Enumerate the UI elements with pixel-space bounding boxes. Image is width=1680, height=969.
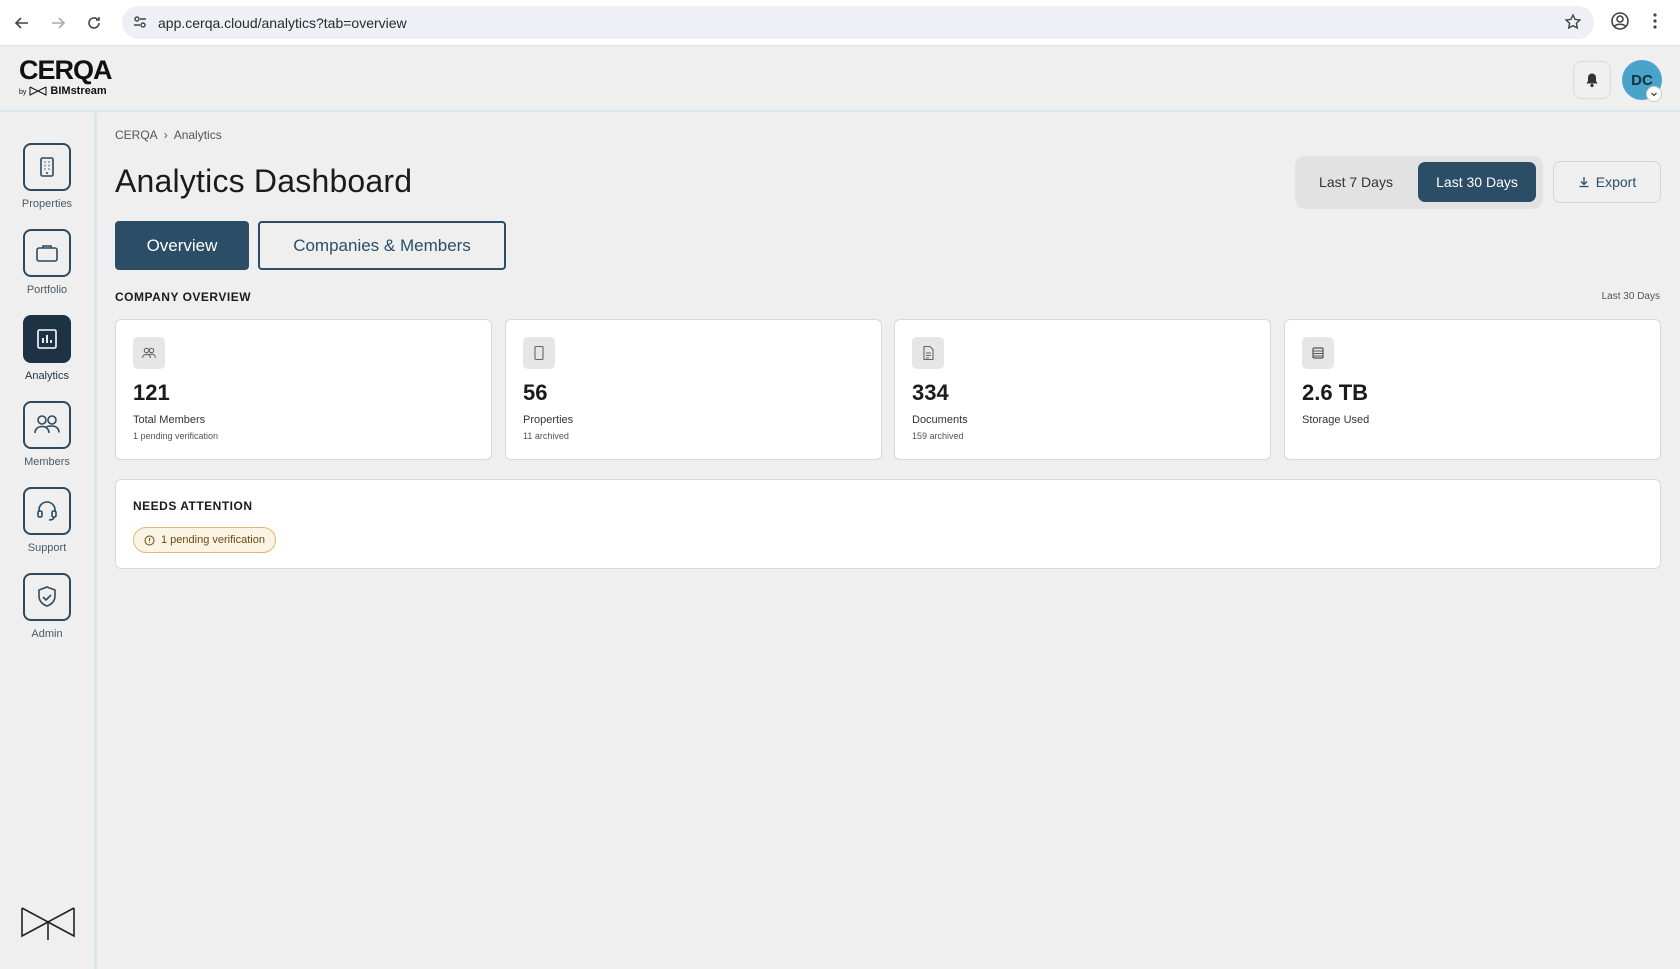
stat-label: Properties xyxy=(523,414,574,426)
sidebar-item-label: Members xyxy=(24,456,70,468)
sidebar: Properties Portfolio Analytics Members S… xyxy=(0,113,97,969)
stat-label: Documents xyxy=(912,414,968,426)
logo-wordmark: CERQA xyxy=(19,55,113,85)
cerqa-logo[interactable]: CERQA by BIMstream xyxy=(19,55,113,97)
tab-companies-members[interactable]: Companies & Members xyxy=(258,221,506,270)
date-range-toggle: Last 7 Days Last 30 Days xyxy=(1295,156,1543,209)
range-last-7-days-button[interactable]: Last 7 Days xyxy=(1301,162,1411,202)
stat-card-properties: 56 Properties 11 archived xyxy=(505,319,882,460)
stat-subtext: 1 pending verification xyxy=(133,431,219,441)
site-info-icon[interactable] xyxy=(132,14,148,35)
headset-icon xyxy=(23,487,71,535)
sidebar-item-admin[interactable]: Admin xyxy=(0,573,94,640)
sidebar-item-label: Admin xyxy=(31,628,63,640)
company-overview-heading: COMPANY OVERVIEW xyxy=(115,290,252,304)
stat-value: 334 xyxy=(912,380,949,405)
stat-subtext: 11 archived xyxy=(523,431,569,441)
back-icon[interactable] xyxy=(10,11,34,35)
building-icon xyxy=(23,143,71,191)
browser-profile-icon[interactable] xyxy=(1610,11,1630,36)
users-icon xyxy=(133,337,165,369)
bookmark-star-icon[interactable] xyxy=(1564,13,1582,36)
download-icon xyxy=(1579,177,1589,188)
bimstream-logo-icon xyxy=(20,902,76,947)
notifications-button[interactable] xyxy=(1573,61,1611,99)
pending-verification-text: 1 pending verification xyxy=(161,534,265,546)
sidebar-item-label: Properties xyxy=(21,198,73,210)
stat-value: 56 xyxy=(523,380,548,405)
stat-card-documents: 334 Documents 159 archived xyxy=(894,319,1271,460)
needs-attention-panel: NEEDS ATTENTION 1 pending verification xyxy=(115,479,1661,569)
sidebar-item-members[interactable]: Members xyxy=(0,401,94,468)
tab-overview[interactable]: Overview xyxy=(115,221,249,270)
forward-icon[interactable] xyxy=(46,11,70,35)
sidebar-item-label: Support xyxy=(27,542,67,554)
breadcrumb-root[interactable]: CERQA xyxy=(115,128,158,142)
browser-toolbar: app.cerqa.cloud/analytics?tab=overview xyxy=(0,0,1680,46)
sidebar-item-label: Analytics xyxy=(24,370,70,382)
database-icon xyxy=(1302,337,1334,369)
building-icon xyxy=(523,337,555,369)
briefcase-icon xyxy=(23,229,71,277)
document-icon xyxy=(912,337,944,369)
export-label: Export xyxy=(1595,174,1637,190)
logo-subtitle: by BIMstream xyxy=(19,85,112,97)
range-last-30-days-button[interactable]: Last 30 Days xyxy=(1418,162,1536,202)
pending-verification-badge[interactable]: 1 pending verification xyxy=(133,527,276,553)
logo-brand: BIMstream xyxy=(50,85,107,97)
app-header: CERQA by BIMstream DC xyxy=(0,46,1680,112)
sidebar-item-analytics[interactable]: Analytics xyxy=(0,315,94,382)
shield-check-icon xyxy=(23,573,71,621)
breadcrumb: CERQA › Analytics xyxy=(115,128,222,142)
sidebar-item-support[interactable]: Support xyxy=(0,487,94,554)
bell-icon xyxy=(1586,73,1598,88)
stat-label: Storage Used xyxy=(1302,414,1370,426)
chevron-down-icon[interactable] xyxy=(1646,86,1662,102)
overview-range-label: Last 30 Days xyxy=(1601,291,1660,302)
bar-chart-icon xyxy=(23,315,71,363)
breadcrumb-separator: › xyxy=(163,128,168,142)
url-text: app.cerqa.cloud/analytics?tab=overview xyxy=(158,15,407,31)
breadcrumb-current: Analytics xyxy=(173,128,222,142)
logo-by: by xyxy=(19,89,27,96)
bimstream-icon xyxy=(29,86,47,96)
page-title: Analytics Dashboard xyxy=(115,163,413,199)
reload-icon[interactable] xyxy=(82,11,106,35)
sidebar-item-label: Portfolio xyxy=(26,284,68,296)
needs-attention-heading: NEEDS ATTENTION xyxy=(133,499,253,513)
stat-value: 2.6 TB xyxy=(1302,380,1369,405)
info-circle-icon xyxy=(144,535,155,545)
users-icon xyxy=(23,401,71,449)
stat-card-members: 121 Total Members 1 pending verification xyxy=(115,319,492,460)
stat-card-storage: 2.6 TB Storage Used xyxy=(1284,319,1661,460)
stat-label: Total Members xyxy=(133,414,206,426)
address-bar[interactable]: app.cerqa.cloud/analytics?tab=overview xyxy=(122,6,1594,39)
sidebar-item-properties[interactable]: Properties xyxy=(0,143,94,210)
stat-value: 121 xyxy=(133,380,170,405)
browser-menu-icon[interactable] xyxy=(1645,11,1665,36)
export-button[interactable]: Export xyxy=(1553,161,1661,203)
stat-subtext: 159 archived xyxy=(912,431,964,441)
sidebar-item-portfolio[interactable]: Portfolio xyxy=(0,229,94,296)
